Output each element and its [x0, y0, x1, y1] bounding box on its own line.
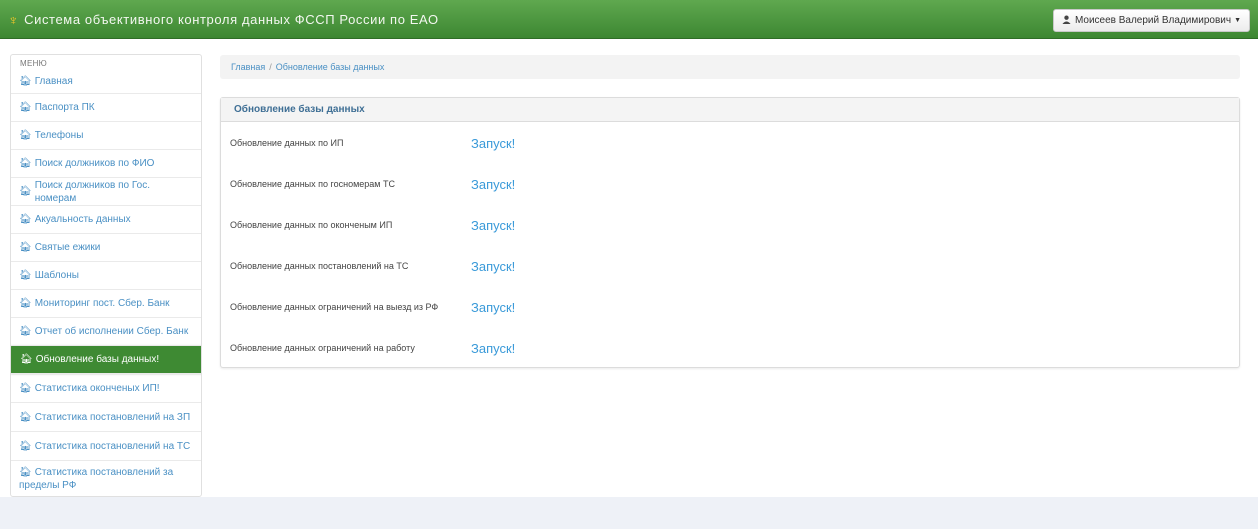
home-icon: 🏠︎ [19, 214, 32, 225]
sidebar-item-pc-passports[interactable]: 🏠︎ Паспорта ПК [11, 93, 201, 121]
sidebar-item-phones[interactable]: 🏠︎ Телефоны [11, 121, 201, 149]
sidebar-item-label: Обновление базы данных! [35, 354, 160, 365]
home-icon: 🏠︎ [19, 158, 32, 169]
table-row: Обновление данных по ИП Запуск! [221, 123, 1239, 163]
sidebar-item-db-update[interactable]: 🏠︎ Обновление базы данных! [11, 345, 201, 373]
home-icon: 🏠︎ [19, 298, 32, 309]
launch-button[interactable]: Запуск! [471, 218, 515, 233]
home-icon: 🏠︎ [19, 411, 32, 423]
row-label: Обновление данных ограничений на работу [230, 343, 415, 353]
breadcrumb: Главная / Обновление базы данных [220, 55, 1240, 79]
home-icon: 🏠︎ [19, 102, 32, 113]
sidebar-item-sber-report[interactable]: 🏠︎ Отчет об исполнении Сбер. Банк [11, 317, 201, 345]
launch-button[interactable]: Запуск! [471, 341, 515, 356]
breadcrumb-current: Обновление базы данных [275, 62, 385, 72]
table-row: Обновление данных ограничений на выезд и… [221, 287, 1239, 327]
home-icon: 🏠︎ [19, 130, 32, 141]
sidebar-item-label: Статистика постановлений на ТС [34, 440, 191, 452]
home-icon: 🏠︎ [19, 326, 32, 337]
sidebar-item-label: Акуальность данных [34, 214, 131, 225]
sidebar-item-home[interactable]: 🏠︎ Главная [11, 69, 201, 93]
home-icon: 🏠︎ [19, 75, 32, 87]
sidebar-item-label: Поиск должников по Гос. номерам [34, 179, 150, 204]
app-brand[interactable]: ♆ Система объективного контроля данных Ф… [8, 0, 439, 39]
home-icon: 🏠︎ [20, 354, 33, 365]
home-icon: 🏠︎ [19, 242, 32, 253]
sidebar-item-label: Главная [34, 75, 73, 87]
emblem-icon: ♆ [8, 11, 20, 28]
sidebar-item-search-by-plates[interactable]: 🏠︎ Поиск должников по Гос. номерам [11, 177, 201, 205]
sidebar-item-vehicle-stats[interactable]: 🏠︎ Статистика постановлений на ТС [11, 431, 201, 460]
home-icon: 🏠︎ [19, 467, 32, 478]
table-row: Обновление данных постановлений на ТС За… [221, 246, 1239, 286]
sidebar-item-label: 🏠︎ Статистика постановлений за пределы РФ [19, 466, 193, 492]
db-update-panel: Обновление базы данных Обновление данных… [220, 97, 1240, 368]
top-navbar: ♆ Система объективного контроля данных Ф… [0, 0, 1258, 39]
user-menu-button[interactable]: Моисеев Валерий Владимирович ▼ [1052, 9, 1250, 32]
home-icon: 🏠︎ [19, 270, 32, 281]
launch-button[interactable]: Запуск! [471, 259, 515, 274]
sidebar-item-search-by-name[interactable]: 🏠︎ Поиск должников по ФИО [11, 149, 201, 177]
row-label: Обновление данных ограничений на выезд и… [230, 302, 439, 312]
sidebar-item-holy-hedgehogs[interactable]: 🏠︎ Святые ежики [11, 233, 201, 261]
sidebar-item-label: Святые ежики [34, 242, 101, 253]
sidebar-item-label: Паспорта ПК [34, 102, 95, 113]
home-icon: 🏠︎ [19, 382, 32, 394]
home-icon: 🏠︎ [19, 440, 32, 452]
row-label: Обновление данных по ИП [230, 138, 344, 148]
app-title: Система объективного контроля данных ФСС… [24, 12, 439, 27]
menu-header: МЕНЮ [20, 59, 48, 68]
row-label: Обновление данных по оконченым ИП [230, 220, 393, 230]
sidebar-menu: МЕНЮ 🏠︎ Главная 🏠︎ Паспорта ПК 🏠︎ Телефо… [10, 54, 202, 497]
launch-button[interactable]: Запуск! [471, 300, 515, 315]
sidebar-item-travel-ban-stats[interactable]: 🏠︎ Статистика постановлений за пределы РФ [11, 460, 201, 496]
table-row: Обновление данных по оконченым ИП Запуск… [221, 205, 1239, 245]
sidebar-item-sber-monitoring[interactable]: 🏠︎ Мониторинг пост. Сбер. Банк [11, 289, 201, 317]
sidebar-item-label: Телефоны [34, 130, 84, 141]
table-row: Обновление данных по госномерам ТС Запус… [221, 164, 1239, 204]
row-label: Обновление данных постановлений на ТС [230, 261, 409, 271]
sidebar-item-label: Мониторинг пост. Сбер. Банк [34, 298, 170, 309]
sidebar-item-closed-ip-stats[interactable]: 🏠︎ Статистика оконченых ИП! [11, 373, 201, 402]
table-row: Обновление данных ограничений на работу … [221, 328, 1239, 368]
sidebar-item-label: Отчет об исполнении Сбер. Банк [34, 326, 189, 337]
home-icon: 🏠︎ [19, 186, 32, 197]
sidebar-item-label: Шаблоны [34, 270, 79, 281]
user-icon [1062, 15, 1071, 27]
breadcrumb-home-link[interactable]: Главная [231, 62, 265, 72]
caret-down-icon: ▼ [1234, 17, 1241, 24]
user-name: Моисеев Валерий Владимирович [1074, 15, 1232, 26]
sidebar-item-salary-stats[interactable]: 🏠︎ Статистика постановлений на ЗП [11, 402, 201, 431]
sidebar-item-data-actuality[interactable]: 🏠︎ Акуальность данных [11, 205, 201, 233]
launch-button[interactable]: Запуск! [471, 177, 515, 192]
sidebar-item-text: Статистика постановлений за пределы РФ [19, 467, 174, 491]
sidebar-item-templates[interactable]: 🏠︎ Шаблоны [11, 261, 201, 289]
breadcrumb-separator: / [269, 62, 272, 72]
sidebar-item-label: Статистика оконченых ИП! [34, 382, 160, 394]
launch-button[interactable]: Запуск! [471, 136, 515, 151]
sidebar-item-label: Поиск должников по ФИО [34, 158, 155, 169]
row-label: Обновление данных по госномерам ТС [230, 179, 395, 189]
sidebar-item-label: Статистика постановлений на ЗП [34, 411, 191, 423]
panel-title: Обновление базы данных [221, 98, 1239, 122]
